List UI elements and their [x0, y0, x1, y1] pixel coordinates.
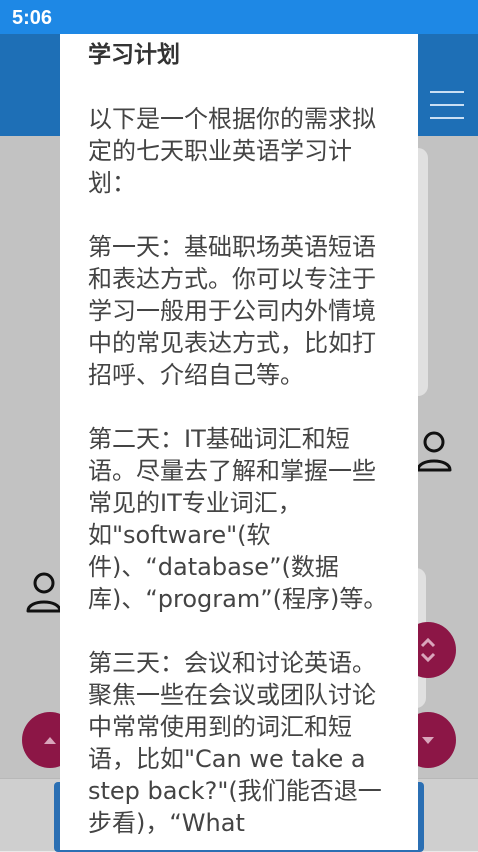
dialog-title: 学习计划 — [88, 42, 180, 68]
hamburger-menu-icon[interactable] — [430, 91, 464, 119]
status-bar: 5:06 — [0, 0, 478, 34]
dialog-paragraph: 第一天：基础职场英语短语和表达方式。你可以专注于学习一般用于公司内外情境中的常见… — [88, 233, 376, 389]
dialog-paragraph: 第三天：会议和讨论英语。聚焦一些在会议或团队讨论中常常使用到的词汇和短语，比如"… — [88, 649, 382, 837]
status-time: 5:06 — [12, 7, 53, 29]
study-plan-dialog: 学习计划 以下是一个根据你的需求拟定的七天职业英语学习计划： 第一天：基础职场英… — [60, 34, 418, 850]
dialog-body: 以下是一个根据你的需求拟定的七天职业英语学习计划： 第一天：基础职场英语短语和表… — [88, 103, 390, 839]
dialog-paragraph: 第二天：IT基础词汇和短语。尽量去了解和掌握一些常见的IT专业词汇，如"soft… — [88, 425, 388, 613]
user-avatar-icon — [26, 572, 62, 613]
user-avatar-icon — [416, 431, 452, 472]
dialog-paragraph: 以下是一个根据你的需求拟定的七天职业英语学习计划： — [88, 105, 376, 197]
